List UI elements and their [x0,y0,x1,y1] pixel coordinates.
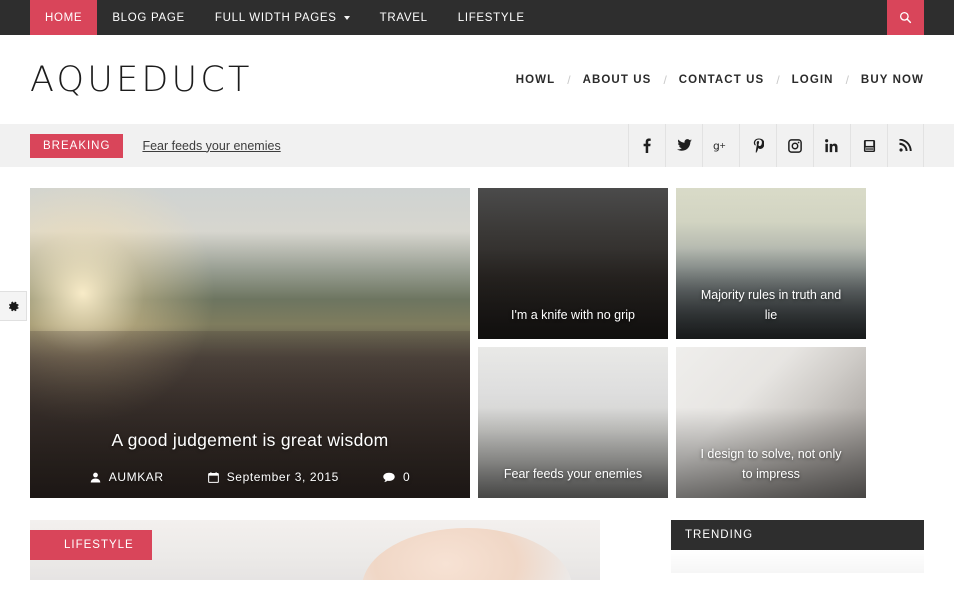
featured-hero-post[interactable]: A good judgement is great wisdom AUMKAR [30,188,470,498]
breaking-headline-link[interactable]: Fear feeds your enemies [142,139,280,153]
svg-text:+: + [719,140,726,149]
comment-icon [383,472,395,482]
site-header: AQUEDUCT HOWL / ABOUT US / CONTACT US / … [0,35,954,124]
nav-item-label: HOME [45,11,83,24]
social-twitter[interactable] [665,124,702,167]
main-content: A good judgement is great wisdom AUMKAR [30,167,924,580]
hero-date: September 3, 2015 [207,470,339,484]
google-plus-icon: g + [713,140,726,152]
featured-post-fear[interactable]: Fear feeds your enemies [478,347,668,498]
link-separator: / [776,72,780,87]
trending-section: TRENDING [671,520,924,580]
social-pinterest[interactable] [739,124,776,167]
featured-post-design[interactable]: I design to solve, not only to impress [676,347,866,498]
nav-item-travel[interactable]: TRAVEL [365,0,443,35]
social-instagram[interactable] [776,124,813,167]
nav-item-label: LIFESTYLE [457,11,525,24]
trending-header: TRENDING [671,520,924,550]
nav-item-full-width-pages[interactable]: FULL WIDTH PAGES [200,0,365,35]
calendar-icon [207,471,219,483]
social-links: g + [628,124,924,167]
secondary-navigation: HOWL / ABOUT US / CONTACT US / LOGIN / B… [516,73,924,87]
social-rss[interactable] [887,124,924,167]
nav-item-label: BLOG PAGE [112,11,185,24]
toplink-contact-us[interactable]: CONTACT US [679,74,765,86]
nav-item-lifestyle[interactable]: LIFESTYLE [443,0,540,35]
social-facebook[interactable] [628,124,665,167]
settings-tab-button[interactable] [0,291,27,321]
hero-author: AUMKAR [90,470,164,484]
post-title[interactable]: I design to solve, not only to impress [694,445,848,484]
toplink-about-us[interactable]: ABOUT US [583,74,652,86]
hero-post-title[interactable]: A good judgement is great wisdom [48,430,452,451]
gear-icon [8,301,19,311]
user-icon [90,472,101,483]
nav-item-label: TRAVEL [379,11,428,24]
lower-sections: LIFESTYLE TRENDING [30,520,924,580]
youtube-icon [863,139,875,152]
hero-post-meta: AUMKAR September 3, 2015 0 [48,470,452,484]
featured-grid: A good judgement is great wisdom AUMKAR [30,188,924,498]
hero-comments: 0 [383,470,410,484]
nav-item-label: FULL WIDTH PAGES [214,11,337,24]
rss-icon [899,139,912,152]
toplink-buy-now[interactable]: BUY NOW [861,74,924,86]
site-logo[interactable]: AQUEDUCT [30,60,253,100]
link-separator: / [845,72,849,87]
toplink-howl[interactable]: HOWL [516,74,556,86]
nav-item-blog-page[interactable]: BLOG PAGE [97,0,200,35]
search-icon [899,11,912,24]
nav-item-home[interactable]: HOME [30,0,98,35]
top-navigation-bar: HOME BLOG PAGE FULL WIDTH PAGES TRAVEL L… [0,0,954,35]
featured-post-knife[interactable]: I'm a knife with no grip [478,188,668,339]
link-separator: / [663,72,667,87]
hero-comment-count: 0 [402,470,411,484]
featured-side-grid: I'm a knife with no grip Majority rules … [478,188,866,498]
instagram-icon [788,138,802,153]
post-title[interactable]: Majority rules in truth and lie [694,286,848,325]
breaking-news-bar: BREAKING Fear feeds your enemies g + [0,124,954,167]
twitter-icon [676,139,692,151]
hero-date-text: September 3, 2015 [226,470,339,484]
social-youtube[interactable] [850,124,887,167]
facebook-icon [643,138,651,153]
featured-post-majority[interactable]: Majority rules in truth and lie [676,188,866,339]
hero-author-name: AUMKAR [108,470,164,484]
search-button[interactable] [887,0,924,35]
link-separator: / [567,72,571,87]
category-badge-lifestyle[interactable]: LIFESTYLE [30,530,152,560]
post-title[interactable]: Fear feeds your enemies [496,465,650,484]
social-linkedin[interactable] [813,124,850,167]
linkedin-icon [825,138,838,152]
lifestyle-section: LIFESTYLE [30,520,600,580]
trending-list[interactable] [671,550,924,573]
pinterest-icon [753,138,764,153]
toplink-login[interactable]: LOGIN [792,74,834,86]
social-google-plus[interactable]: g + [702,124,739,167]
post-title[interactable]: I'm a knife with no grip [496,306,650,325]
breaking-badge[interactable]: BREAKING [30,133,124,158]
chevron-down-icon [343,15,350,20]
